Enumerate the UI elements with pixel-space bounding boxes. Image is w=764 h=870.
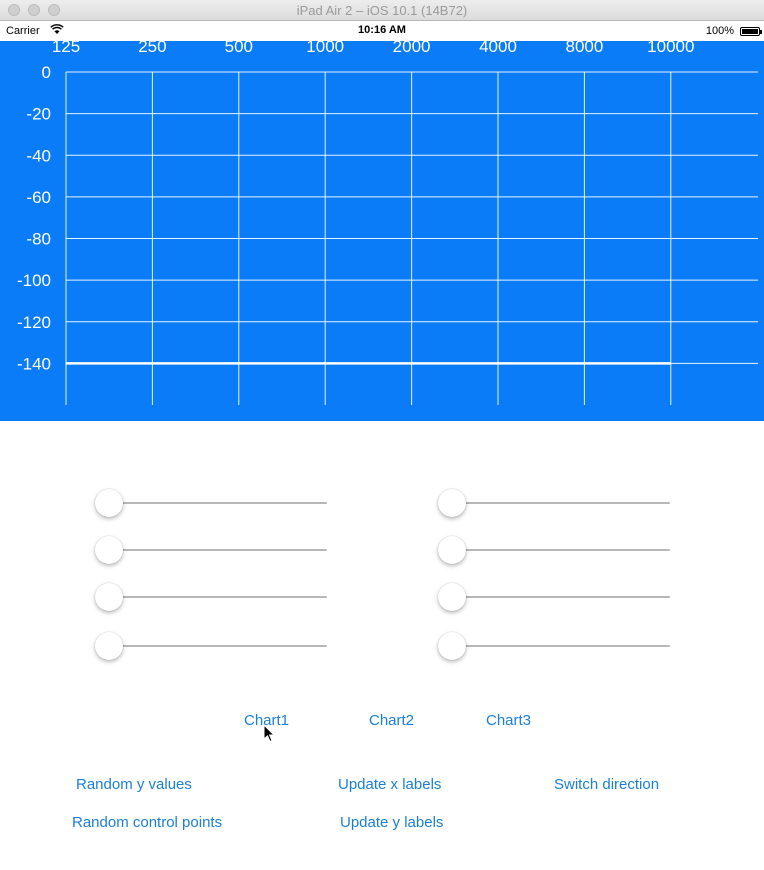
data-point bbox=[670, 362, 672, 364]
slider-thumb[interactable] bbox=[438, 632, 466, 660]
slider-track bbox=[95, 645, 327, 647]
data-point bbox=[411, 362, 413, 364]
data-point bbox=[324, 362, 326, 364]
window-title-bar: iPad Air 2 – iOS 10.1 (14B72) bbox=[0, 0, 764, 21]
data-point bbox=[238, 362, 240, 364]
slider-left-2[interactable] bbox=[95, 535, 327, 565]
slider-right-4[interactable] bbox=[438, 631, 670, 661]
slider-right-2[interactable] bbox=[438, 535, 670, 565]
slider-track bbox=[95, 502, 327, 504]
data-point bbox=[583, 362, 585, 364]
slider-track bbox=[438, 645, 670, 647]
slider-right-3[interactable] bbox=[438, 582, 670, 612]
slider-track bbox=[438, 596, 670, 598]
y-tick-label: -40 bbox=[26, 146, 51, 165]
y-tick-label: -60 bbox=[26, 188, 51, 207]
random-control-points-button[interactable]: Random control points bbox=[72, 814, 222, 831]
y-tick-label: -120 bbox=[17, 313, 51, 332]
slider-right-1[interactable] bbox=[438, 488, 670, 518]
update-x-labels-button[interactable]: Update x labels bbox=[338, 776, 441, 793]
data-point bbox=[65, 362, 67, 364]
window-title: iPad Air 2 – iOS 10.1 (14B72) bbox=[296, 3, 468, 18]
slider-thumb[interactable] bbox=[95, 583, 123, 611]
slider-thumb[interactable] bbox=[438, 583, 466, 611]
slider-track bbox=[438, 502, 670, 504]
switch-direction-button[interactable]: Switch direction bbox=[554, 776, 659, 793]
slider-thumb[interactable] bbox=[438, 536, 466, 564]
slider-thumb[interactable] bbox=[95, 632, 123, 660]
chart3-button[interactable]: Chart3 bbox=[486, 712, 531, 729]
random-y-values-button[interactable]: Random y values bbox=[76, 776, 192, 793]
update-y-labels-button[interactable]: Update y labels bbox=[340, 814, 443, 831]
clock: 10:16 AM bbox=[358, 24, 406, 36]
battery-percent: 100% bbox=[705, 25, 734, 37]
slider-track bbox=[438, 549, 670, 551]
chart2-button[interactable]: Chart2 bbox=[369, 712, 414, 729]
mouse-pointer-icon bbox=[263, 723, 277, 749]
status-bar: Carrier 10:16 AM 100% bbox=[0, 21, 764, 41]
slider-left-3[interactable] bbox=[95, 582, 327, 612]
slider-left-1[interactable] bbox=[95, 488, 327, 518]
data-point bbox=[151, 362, 153, 364]
slider-track bbox=[95, 549, 327, 551]
slider-track bbox=[95, 596, 327, 598]
y-tick-label: -20 bbox=[26, 105, 51, 124]
slider-thumb[interactable] bbox=[438, 489, 466, 517]
data-point bbox=[497, 362, 499, 364]
slider-thumb[interactable] bbox=[95, 536, 123, 564]
y-tick-label: 0 bbox=[42, 63, 51, 82]
chart-svg: 125 250 500 1000 2000 4000 8000 100000-20-40-60… bbox=[17, 37, 758, 405]
slider-thumb[interactable] bbox=[95, 489, 123, 517]
chart-view: 125 250 500 1000 2000 4000 8000 10000 0 -20 -40 -60… bbox=[0, 21, 764, 421]
battery-icon bbox=[740, 27, 762, 36]
y-tick-label: -140 bbox=[17, 354, 51, 373]
y-tick-label: -100 bbox=[17, 271, 51, 290]
y-tick-label: -80 bbox=[26, 230, 51, 249]
slider-left-4[interactable] bbox=[95, 631, 327, 661]
